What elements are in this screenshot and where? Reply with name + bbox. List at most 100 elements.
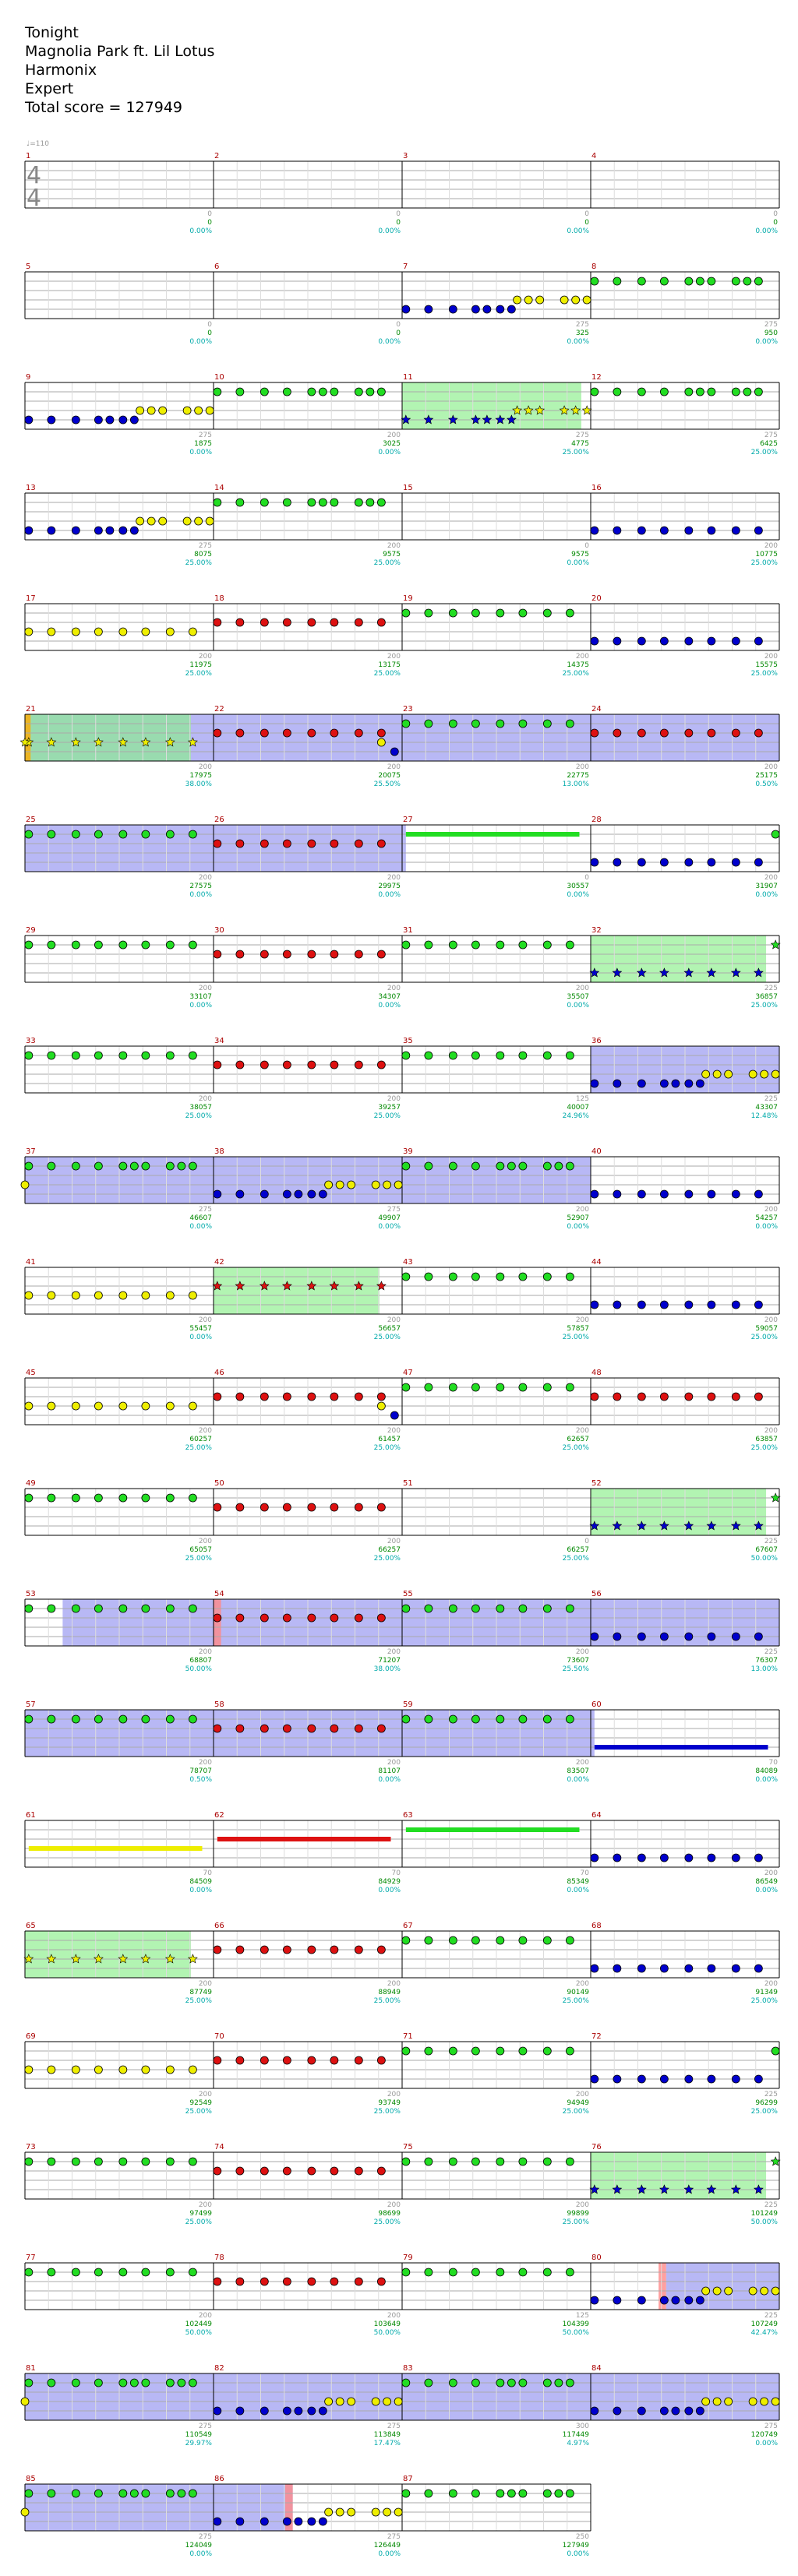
g-note: [24, 830, 34, 839]
measure-cumulative-score: 0: [207, 219, 212, 227]
g-note: [496, 1161, 505, 1171]
measure-cumulative-score: 30557: [567, 883, 589, 890]
measure-number: 24: [591, 705, 602, 714]
g-note: [424, 940, 433, 950]
measure-base-points: 275: [576, 432, 589, 439]
b-note: [659, 1853, 669, 1862]
measure-cumulative-score: 11975: [189, 661, 212, 669]
measure-number: 44: [591, 1258, 602, 1267]
y-note: [94, 1401, 103, 1411]
measure-number: 63: [403, 1811, 413, 1820]
g-note: [213, 498, 222, 507]
g-note: [565, 2046, 574, 2056]
b-note: [684, 858, 694, 867]
g-note: [165, 2378, 175, 2387]
r-note: [684, 728, 694, 738]
b-note: [695, 2296, 704, 2305]
b-note: [659, 2296, 669, 2305]
measure-number: 29: [26, 926, 36, 935]
y-note: [188, 1401, 197, 1411]
r-note: [307, 1503, 316, 1512]
measure-overdrive-percent: 0.00%: [755, 1776, 778, 1784]
measure-overdrive-percent: 25.00%: [185, 670, 213, 678]
b-note: [637, 2406, 646, 2416]
g-note: [188, 1714, 197, 1724]
b-note: [71, 415, 80, 425]
b-note: [707, 636, 716, 646]
b-note: [637, 1079, 646, 1088]
measure-overdrive-percent: 0.00%: [567, 1887, 589, 1894]
measure-number: 72: [591, 2032, 602, 2041]
g-note: [71, 940, 80, 950]
b-note: [24, 415, 34, 425]
r-note: [213, 1945, 222, 1954]
b-note: [613, 1964, 622, 1973]
g-note: [165, 1161, 175, 1171]
b-note: [613, 1853, 622, 1862]
measure-cumulative-score: 59057: [755, 1325, 778, 1333]
b-note: [684, 2074, 694, 2084]
measure-number: 59: [403, 1700, 413, 1709]
b-note: [684, 1079, 694, 1088]
measure-cumulative-score: 101249: [751, 2210, 779, 2218]
g-note: [565, 1272, 574, 1281]
measure-base-points: 0: [584, 1538, 589, 1545]
b-note: [590, 1632, 599, 1641]
g-note: [94, 830, 103, 839]
b-note: [731, 858, 740, 867]
b-note: [731, 636, 740, 646]
measure-cumulative-score: 52907: [567, 1214, 589, 1222]
measure-overdrive-percent: 0.00%: [755, 2440, 778, 2447]
r-note: [731, 728, 740, 738]
y-note: [20, 2397, 30, 2406]
g-note: [496, 1714, 505, 1724]
g-note: [518, 1383, 528, 1392]
measure-base-points: 200: [199, 1980, 212, 1988]
measure-cumulative-score: 49907: [378, 1214, 401, 1222]
measure-number: 50: [214, 1479, 224, 1488]
g-note: [424, 1936, 433, 1945]
r-note: [213, 950, 222, 959]
measure-overdrive-percent: 4.97%: [567, 2440, 589, 2447]
g-note: [401, 2489, 411, 2498]
measure-base-points: 70: [392, 1869, 401, 1877]
b-note: [684, 2406, 694, 2416]
g-note: [424, 1714, 433, 1724]
measure-number: 18: [214, 594, 224, 603]
r-note: [307, 728, 316, 738]
y-note: [394, 1180, 403, 1189]
b-note: [307, 1189, 316, 1199]
r-note: [707, 1392, 716, 1401]
r-note: [330, 2166, 339, 2176]
measure-overdrive-percent: 25.00%: [751, 559, 779, 567]
measure-cumulative-score: 34307: [378, 993, 401, 1001]
measure-base-points: 200: [199, 1316, 212, 1324]
measure-base-points: 0: [396, 210, 401, 218]
measure-base-points: 275: [387, 2423, 401, 2430]
r-note: [354, 2277, 363, 2286]
g-note: [565, 2378, 574, 2387]
measure-number: 56: [591, 1590, 602, 1598]
r-note: [376, 1392, 386, 1401]
measure-cumulative-score: 29975: [378, 883, 401, 890]
g-note: [448, 940, 457, 950]
r-note: [376, 2166, 386, 2176]
b-note: [731, 2074, 740, 2084]
g-note: [94, 2157, 103, 2166]
measure-cumulative-score: 950: [764, 329, 778, 337]
measure-number: 68: [591, 1922, 602, 1930]
g-note: [542, 608, 552, 618]
measure-cumulative-score: 25175: [755, 772, 778, 780]
measure-number: 81: [26, 2364, 36, 2373]
measure-number: 70: [214, 2032, 224, 2041]
measure-cumulative-score: 68807: [189, 1657, 212, 1665]
g-note: [188, 2489, 197, 2498]
y-note: [136, 516, 145, 526]
measure-cumulative-score: 127949: [563, 2542, 590, 2550]
g-note: [659, 387, 669, 396]
b-note: [129, 415, 139, 425]
g-note: [165, 2157, 175, 2166]
measure-cumulative-score: 102449: [185, 2321, 213, 2328]
b-note: [754, 1300, 763, 1309]
measure-cumulative-score: 20075: [378, 772, 401, 780]
